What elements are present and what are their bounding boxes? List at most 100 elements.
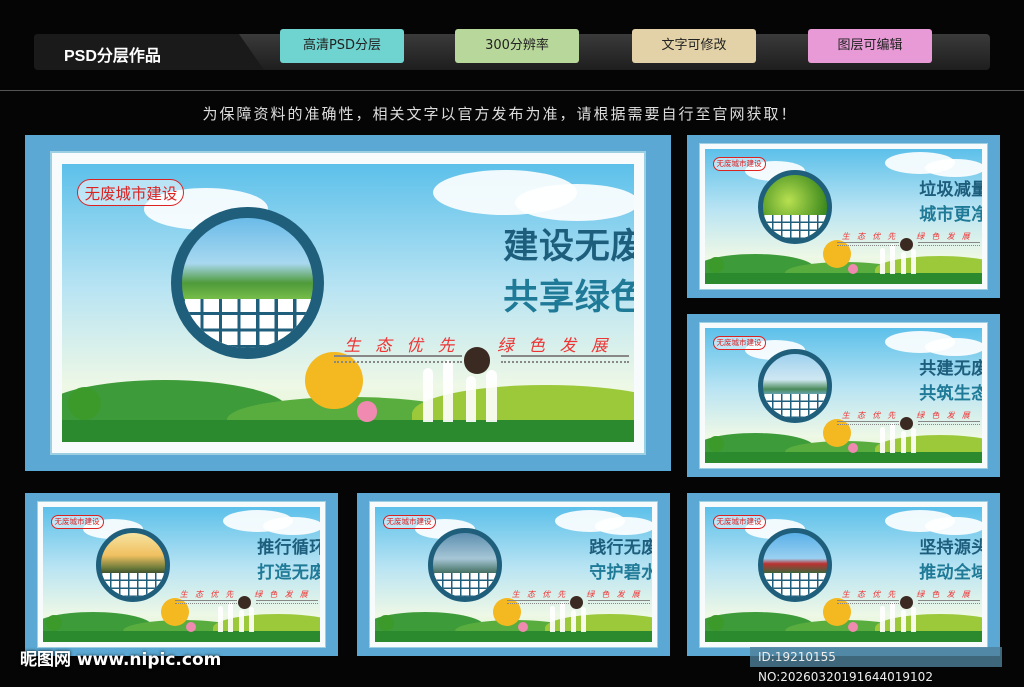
tag-resolution: 300分辨率 <box>455 29 579 63</box>
slogan-left: 生态优先 <box>841 410 903 420</box>
people-silhouette <box>890 602 895 632</box>
people-silhouette <box>901 431 906 453</box>
people-silhouette <box>880 427 885 453</box>
lattice-window-pattern <box>101 572 165 597</box>
banner-content: 无废城市建设 坚持源头减量 推动全域无废 生态优先 绿色发展 <box>705 507 982 642</box>
ground <box>705 273 982 284</box>
banner-frame: 无废城市建设 建设无废城市 共享绿色家园 生态优先 绿色发展 <box>49 151 647 455</box>
ground <box>43 631 320 642</box>
headline-line-2: 守护碧水蓝天 <box>589 563 652 583</box>
tree-icon <box>186 622 196 632</box>
cloud <box>925 159 982 177</box>
notice-text: 为保障资料的准确性，相关文字以官方发布为准，请根据需要自行至官网获取！ <box>202 105 798 123</box>
ground <box>705 631 982 642</box>
stamp-label: 无废城市建设 <box>712 335 766 350</box>
round-photo <box>428 528 502 602</box>
tree-icon <box>518 622 528 632</box>
people-silhouette <box>880 248 885 274</box>
people-silhouette <box>901 610 906 632</box>
cloud <box>263 517 320 535</box>
people-silhouette <box>218 606 223 632</box>
tree-icon <box>848 622 858 632</box>
cloud <box>595 517 652 535</box>
round-photo <box>96 528 170 602</box>
tree-icon <box>68 386 102 420</box>
ornament-line <box>507 600 569 604</box>
ornament-line <box>918 600 980 604</box>
slogan-right: 绿色发展 <box>254 589 315 599</box>
people-silhouette <box>571 610 576 632</box>
people-silhouette <box>880 606 885 632</box>
stamp-label: 无废城市建设 <box>382 514 436 529</box>
banner-panel: 无废城市建设 践行无废理念 守护碧水蓝天 生态优先 绿色发展 <box>357 493 670 656</box>
slogan-left: 生态优先 <box>841 589 903 599</box>
headline-line-2: 共筑生态屏障 <box>919 384 982 404</box>
people-silhouette <box>911 249 916 274</box>
headline-line-2: 推动全域无废 <box>919 563 982 583</box>
ornament-line <box>588 600 650 604</box>
banner-content: 无废城市建设 践行无废理念 守护碧水蓝天 生态优先 绿色发展 <box>375 507 652 642</box>
ground <box>705 452 982 463</box>
stamp-label: 无废城市建设 <box>77 179 185 207</box>
tree-icon <box>356 401 378 422</box>
cloud <box>515 184 634 222</box>
tree-icon <box>708 436 724 452</box>
banner-content: 无废城市建设 共建无废城市 共筑生态屏障 生态优先 绿色发展 <box>705 328 982 463</box>
headline-line-2: 共享绿色家园 <box>503 276 634 318</box>
ornament-line <box>918 242 980 246</box>
round-photo <box>758 349 832 423</box>
cloud <box>925 338 982 356</box>
ornament-line <box>837 600 899 604</box>
people-silhouette <box>443 359 454 422</box>
banner-frame: 无废城市建设 共建无废城市 共筑生态屏障 生态优先 绿色发展 <box>699 322 988 469</box>
ornament-line <box>333 355 462 363</box>
slogan-right: 绿色发展 <box>916 589 977 599</box>
cloud <box>925 517 982 535</box>
people-silhouette <box>890 244 895 274</box>
people-silhouette <box>228 602 233 632</box>
banner-content: 无废城市建设 建设无废城市 共享绿色家园 生态优先 绿色发展 <box>62 163 634 443</box>
headline-line-1: 推行循环利用 <box>257 538 320 559</box>
people-silhouette <box>890 423 895 453</box>
divider <box>0 90 1024 91</box>
tag-editable-text: 文字可修改 <box>632 29 756 63</box>
tree-icon <box>848 264 858 274</box>
people-silhouette <box>486 370 497 422</box>
slogan-right: 绿色发展 <box>586 589 647 599</box>
banner-content: 无废城市建设 推行循环利用 打造无废之城 生态优先 绿色发展 <box>43 507 320 642</box>
stamp-label: 无废城市建设 <box>712 156 766 171</box>
headline-line-1: 共建无废城市 <box>919 359 982 380</box>
slogan-left: 生态优先 <box>179 589 241 599</box>
header-title: PSD分层作品 <box>64 48 161 65</box>
tree-icon <box>708 615 724 631</box>
lattice-window-pattern <box>763 214 827 239</box>
people-silhouette <box>550 606 555 632</box>
ground <box>62 419 634 443</box>
headline-line-1: 垃圾减量分类 <box>919 180 982 201</box>
banner-panel: 无废城市建设 推行循环利用 打造无废之城 生态优先 绿色发展 <box>25 493 338 656</box>
people-silhouette <box>249 607 254 632</box>
people-silhouette <box>911 428 916 453</box>
image-id: ID:19210155 NO:20260320191644019102 <box>750 647 1002 684</box>
headline-line-1: 建设无废城市 <box>503 226 634 268</box>
banner-panel: 无废城市建设 坚持源头减量 推动全域无废 生态优先 绿色发展 <box>687 493 1000 656</box>
headline-line-2: 打造无废之城 <box>257 563 320 583</box>
banner-panel: 无废城市建设 垃圾减量分类 城市更净更美 生态优先 绿色发展 <box>687 135 1000 298</box>
lattice-window-pattern <box>433 572 497 597</box>
headline-line-2: 城市更净更美 <box>919 205 982 225</box>
tree-icon <box>848 443 858 453</box>
people-silhouette <box>911 607 916 632</box>
stamp-label: 无废城市建设 <box>50 514 104 529</box>
slogan-left: 生态优先 <box>841 231 903 241</box>
stamp-label: 无废城市建设 <box>712 514 766 529</box>
banner-panel: 无废城市建设 共建无废城市 共筑生态屏障 生态优先 绿色发展 <box>687 314 1000 477</box>
tree-icon <box>708 257 724 273</box>
ornament-line <box>256 600 318 604</box>
ornament-line <box>918 421 980 425</box>
people-silhouette <box>422 368 433 422</box>
headline-line-1: 践行无废理念 <box>589 538 652 559</box>
banner-frame: 无废城市建设 垃圾减量分类 城市更净更美 生态优先 绿色发展 <box>699 143 988 290</box>
headline-line-1: 坚持源头减量 <box>919 538 982 559</box>
people-silhouette <box>581 607 586 632</box>
tag-hd-psd: 高清PSD分层 <box>280 29 404 63</box>
